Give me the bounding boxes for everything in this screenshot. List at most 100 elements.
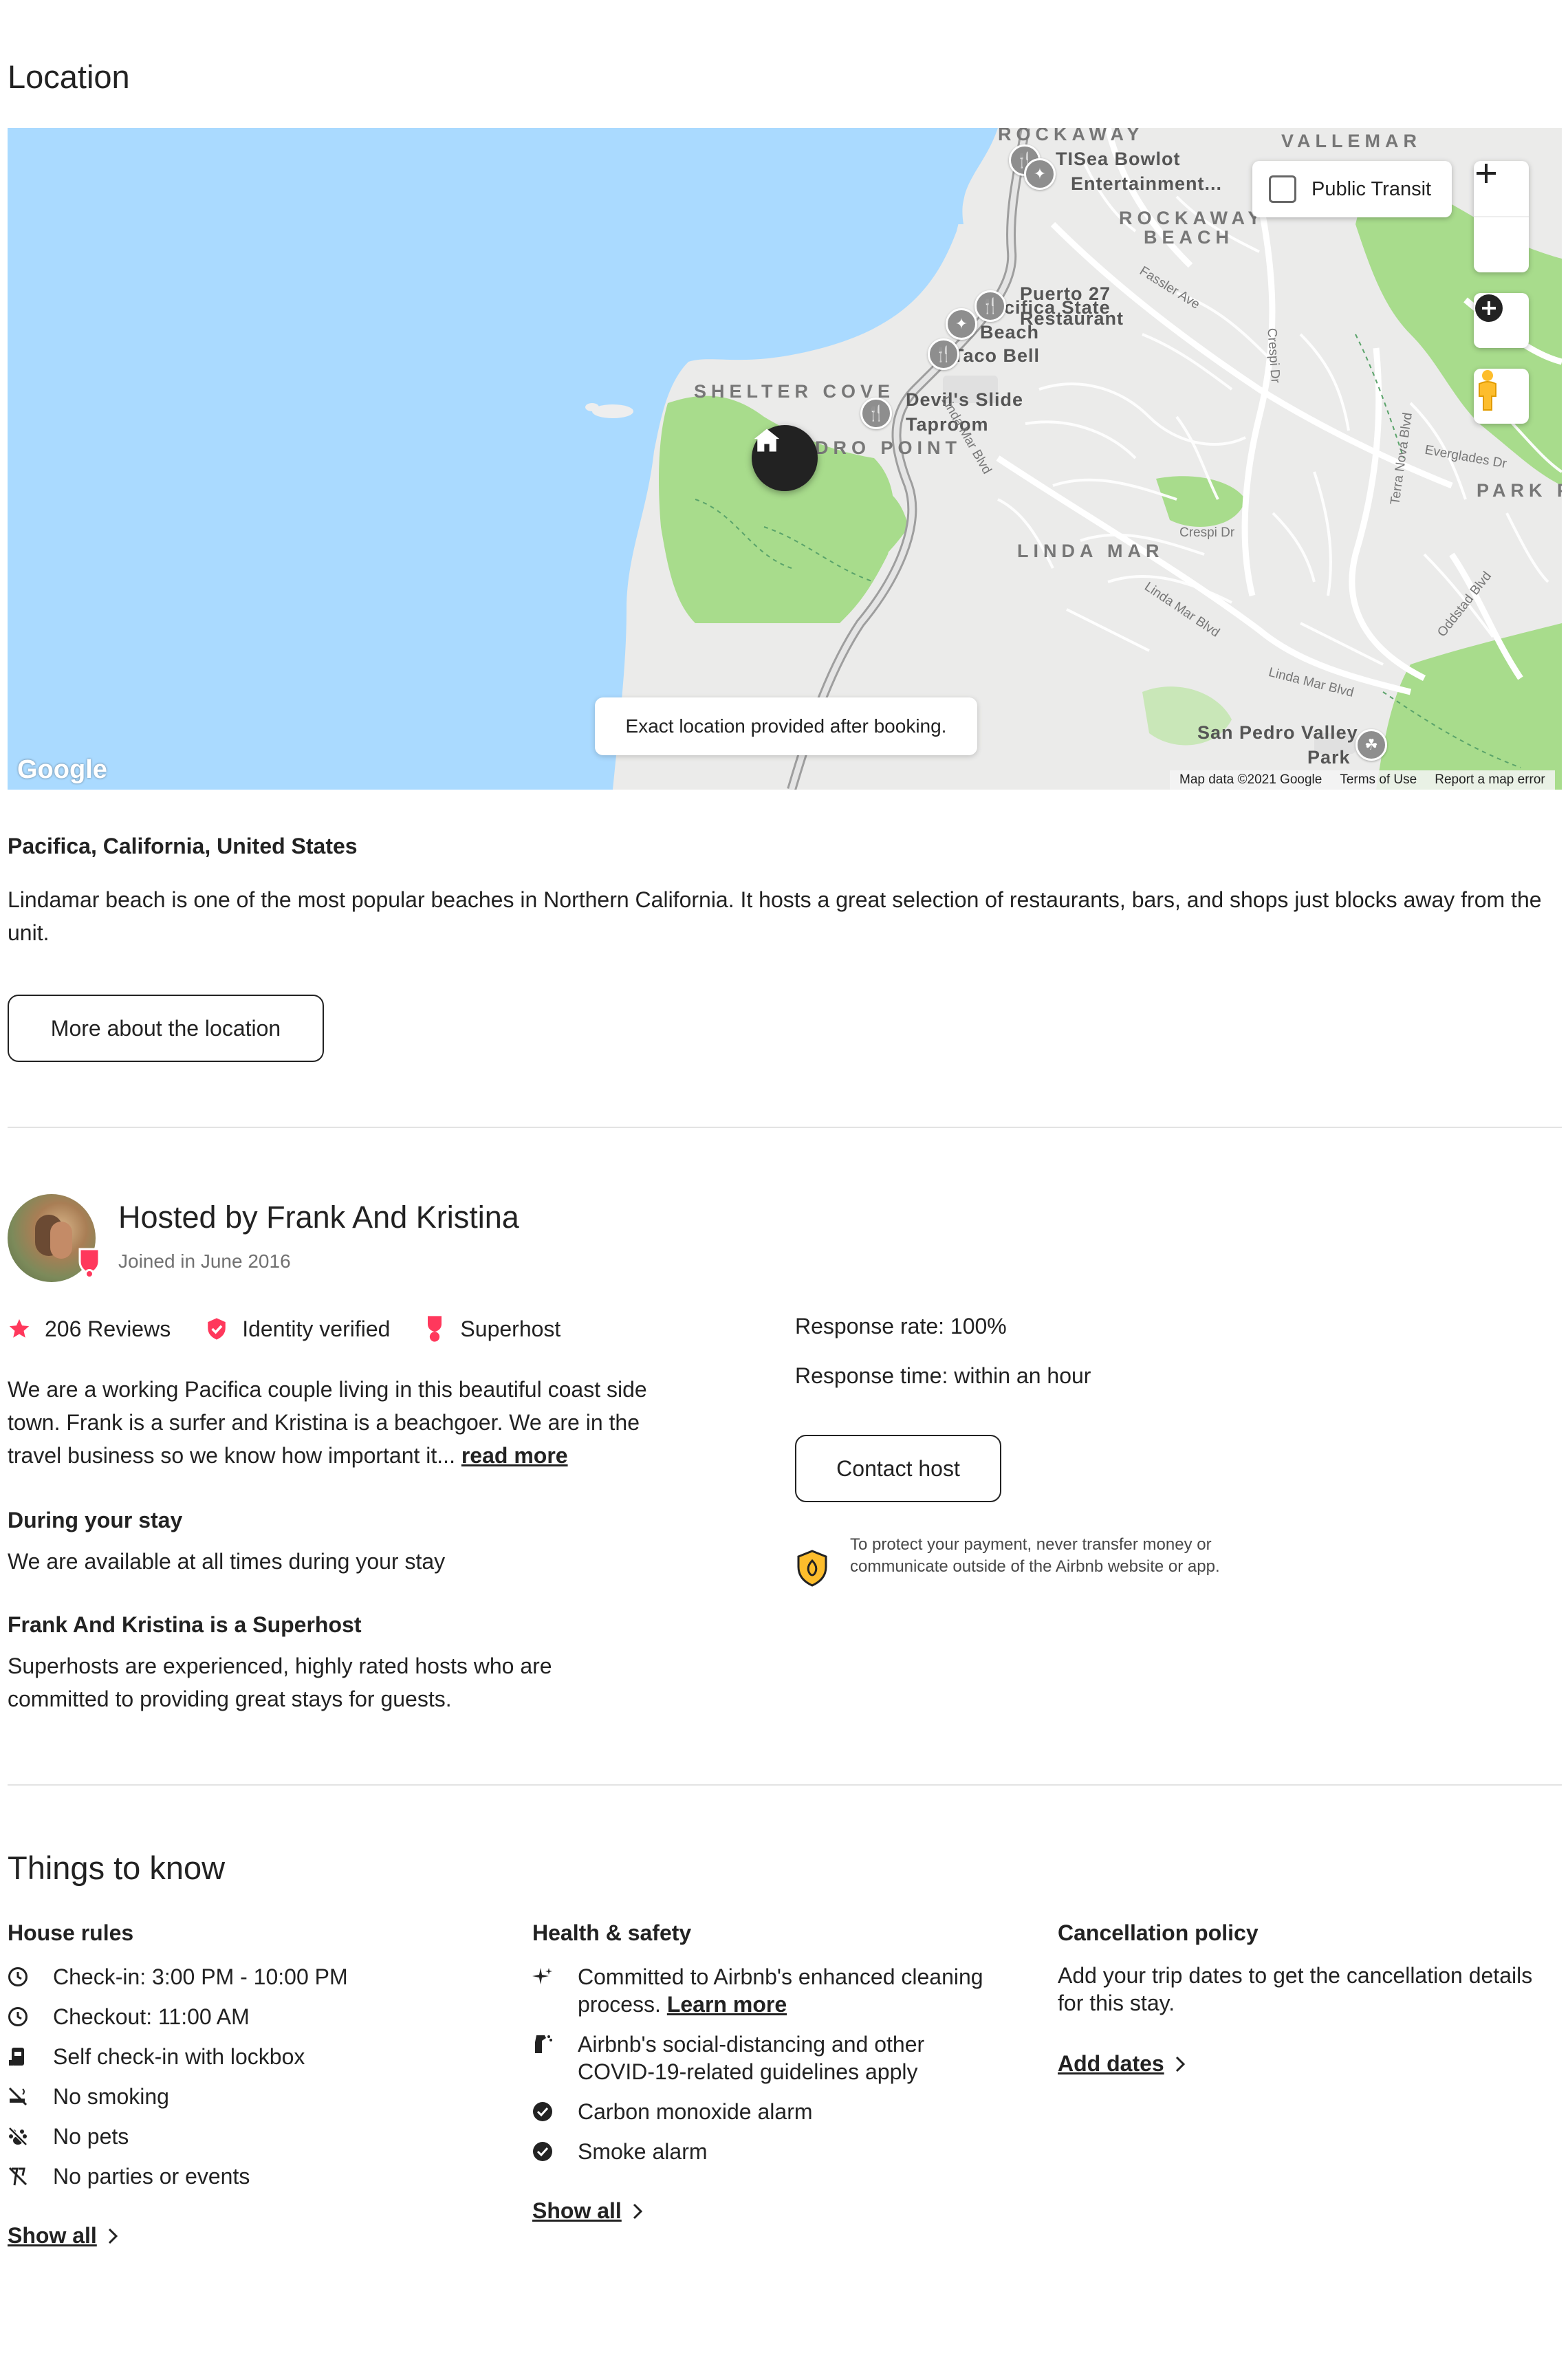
house-rule-text: No smoking xyxy=(53,2084,169,2109)
lockbox-icon xyxy=(8,2046,28,2067)
health-item-co-alarm: Carbon monoxide alarm xyxy=(532,2098,813,2125)
chevron-right-icon xyxy=(633,2203,642,2219)
house-rule-text: No parties or events xyxy=(53,2164,250,2189)
host-superhost: Superhost xyxy=(460,1316,561,1341)
health-item-smoke-alarm: Smoke alarm xyxy=(532,2138,708,2165)
house-rule-item: No pets xyxy=(8,2123,129,2150)
chevron-right-icon xyxy=(1175,2056,1185,2072)
no-smoking-icon xyxy=(8,2086,28,2107)
during-stay-title: During your stay xyxy=(8,1508,183,1532)
zoom-controls xyxy=(1474,161,1529,272)
house-rule-text: Check-in: 3:00 PM - 10:00 PM xyxy=(53,1964,348,1989)
map-label-entertainment: Entertainment... xyxy=(1071,173,1223,194)
house-rule-item: Self check-in with lockbox xyxy=(8,2043,305,2070)
spray-bottle-icon xyxy=(532,2034,553,2055)
map-label-vallemar: VALLEMAR xyxy=(1281,131,1422,151)
poi-pin-icon[interactable]: ✦ xyxy=(1024,158,1056,190)
minus-icon xyxy=(1477,172,1496,175)
superhost-text: Superhosts are experienced, highly rated… xyxy=(8,1654,552,1711)
health-show-all[interactable]: Show all xyxy=(532,2198,644,2224)
map-label-pacifica-beach: Beach xyxy=(980,322,1040,343)
response-time: Response time: within an hour xyxy=(795,1363,1091,1388)
star-icon xyxy=(9,1319,30,1338)
house-rule-text: Self check-in with lockbox xyxy=(53,2044,305,2069)
map-label-san-pedro-park: Park xyxy=(1307,747,1351,768)
add-dates-link-wrap[interactable]: Add dates xyxy=(1058,2051,1186,2077)
exact-location-notice: Exact location provided after booking. xyxy=(595,697,977,755)
location-place: Pacifica, California, United States xyxy=(8,834,358,858)
map-report-link[interactable]: Report a map error xyxy=(1435,772,1545,788)
payment-protection-icon xyxy=(795,1549,829,1588)
show-all-link[interactable]: Show all xyxy=(8,2223,97,2249)
chevron-right-icon xyxy=(108,2228,118,2244)
host-title: Hosted by Frank And Kristina xyxy=(118,1200,519,1235)
health-item-distancing: Airbnb's social-distancing and other COV… xyxy=(532,2030,986,2085)
public-transit-toggle[interactable]: Public Transit xyxy=(1252,161,1452,217)
restaurant-pin-icon[interactable]: 🍴 xyxy=(928,338,959,370)
map-label-sea-bowl-suffix: ot xyxy=(1162,149,1181,169)
map-label-park: PARK P xyxy=(1477,480,1562,501)
public-transit-label: Public Transit xyxy=(1311,177,1432,200)
host-reviews: 206 Reviews xyxy=(45,1316,171,1341)
map-data-credit: Map data ©2021 Google xyxy=(1179,772,1322,787)
sparkle-icon xyxy=(532,1966,553,1987)
restaurant-pin-icon[interactable]: 🍴 xyxy=(974,290,1006,322)
map-label-san-pedro-valley: San Pedro Valley xyxy=(1197,722,1358,743)
map-footer: Map data ©2021 Google Terms of Use Repor… xyxy=(1170,770,1555,790)
map-label-pedro-point: DRO POINT xyxy=(815,437,962,458)
house-rule-item: Check-in: 3:00 PM - 10:00 PM xyxy=(8,1963,348,1991)
map-label-tsb: TISea Bowlot xyxy=(1056,149,1181,170)
no-parties-icon xyxy=(8,2166,28,2187)
compass-icon xyxy=(1475,294,1503,322)
health-item-cleaning: Committed to Airbnb's enhanced cleaning … xyxy=(532,1963,986,2018)
check-circle-icon xyxy=(532,2101,553,2122)
house-rule-text: Checkout: 11:00 AM xyxy=(53,2004,250,2029)
map-label-shelter-cove: SHELTER COVE xyxy=(694,381,895,402)
add-dates-link[interactable]: Add dates xyxy=(1058,2051,1164,2077)
response-rate: Response rate: 100% xyxy=(795,1314,1007,1339)
show-all-link[interactable]: Show all xyxy=(532,2198,622,2224)
restaurant-pin-icon[interactable]: 🍴 xyxy=(860,398,892,429)
park-pin-icon[interactable]: ☘ xyxy=(1355,729,1387,761)
health-item-smoke-alarm-text: Smoke alarm xyxy=(578,2139,708,2164)
section-divider xyxy=(8,1127,1562,1128)
house-rule-item: No parties or events xyxy=(8,2163,250,2190)
public-transit-checkbox[interactable] xyxy=(1269,175,1296,203)
learn-more-link[interactable]: Learn more xyxy=(667,1992,787,2017)
cancellation-text: Add your trip dates to get the cancellat… xyxy=(1058,1963,1533,2015)
beach-pin-icon[interactable]: ✦ xyxy=(946,308,977,340)
read-more-link[interactable]: read more xyxy=(461,1443,568,1468)
map[interactable]: ROCKAWAY VALLEMAR ROCKAWAY BEACH SHELTER… xyxy=(8,128,1562,790)
more-about-location-button[interactable]: More about the location xyxy=(8,995,324,1062)
health-item-co-alarm-text: Carbon monoxide alarm xyxy=(578,2099,813,2124)
house-rules-title: House rules xyxy=(8,1920,134,1945)
zoom-out-button[interactable] xyxy=(1474,172,1529,272)
google-logo: Google xyxy=(17,755,107,784)
location-title: Location xyxy=(8,58,130,95)
map-label-taco-bell: Taco Bell xyxy=(952,345,1041,366)
superhost-icon xyxy=(428,1316,442,1342)
host-joined: Joined in June 2016 xyxy=(118,1250,291,1272)
map-terms-link[interactable]: Terms of Use xyxy=(1340,772,1417,788)
host-identity: Identity verified xyxy=(242,1316,391,1341)
map-label-rockaway-beach: ROCKAWAY xyxy=(1119,208,1265,228)
house-rule-text: No pets xyxy=(53,2124,129,2149)
health-item-distancing-text: Airbnb's social-distancing and other COV… xyxy=(578,2032,925,2084)
house-rule-item: Checkout: 11:00 AM xyxy=(8,2003,250,2030)
clock-icon xyxy=(8,1966,28,1987)
map-label-tsb-text: TI xyxy=(1056,149,1074,169)
during-stay-text: We are available at all times during you… xyxy=(8,1549,446,1574)
no-pets-icon xyxy=(8,2126,28,2147)
compass-button[interactable] xyxy=(1474,293,1529,348)
superhost-badge-icon xyxy=(77,1246,102,1279)
map-label-rockaway: ROCKAWAY xyxy=(998,128,1144,144)
home-icon[interactable] xyxy=(752,425,818,491)
house-rules-show-all[interactable]: Show all xyxy=(8,2223,119,2249)
map-label-sea-bowl: Sea Bowl xyxy=(1074,149,1162,169)
things-to-know-title: Things to know xyxy=(8,1850,226,1886)
street-view-button[interactable] xyxy=(1474,369,1529,424)
check-circle-icon xyxy=(532,2141,553,2162)
superhost-title: Frank And Kristina is a Superhost xyxy=(8,1612,362,1637)
contact-host-button[interactable]: Contact host xyxy=(795,1435,1001,1502)
host-bio: We are a working Pacifica couple living … xyxy=(8,1373,654,1472)
